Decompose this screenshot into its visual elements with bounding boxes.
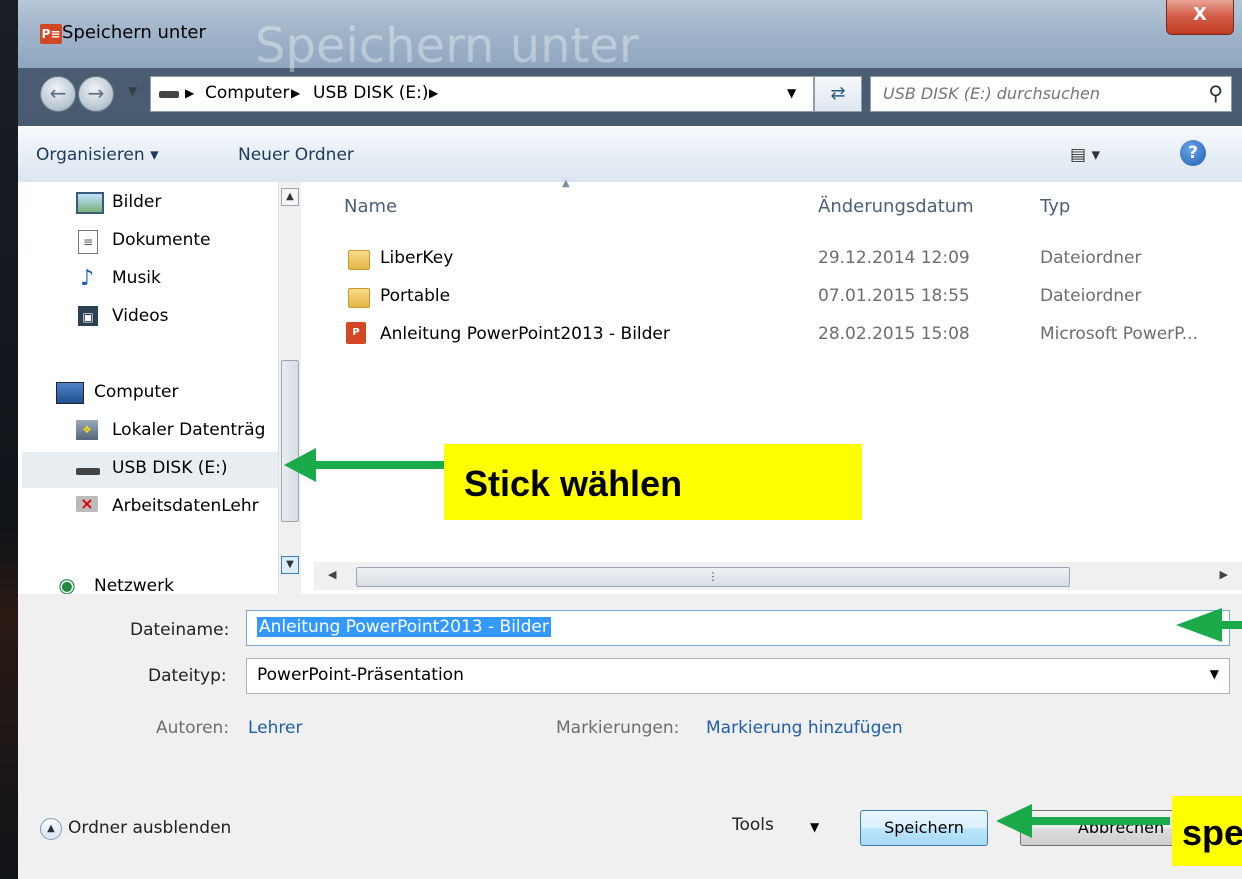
breadcrumb-separator-icon: ▶: [291, 86, 301, 100]
refresh-icon: ⇄: [830, 83, 846, 104]
authors-label: Autoren:: [156, 718, 230, 738]
powerpoint-app-icon: P≡: [40, 24, 62, 44]
annotation-callout-stick: Stick wählen: [444, 444, 862, 520]
back-arrow-icon: ←: [49, 81, 67, 105]
background-taskbar-strip: [0, 0, 18, 879]
window-title: Speichern unter: [62, 22, 206, 43]
tools-menu-button[interactable]: Tools: [732, 815, 774, 835]
sidebar-item-usb-disk[interactable]: USB DISK (E:): [112, 458, 227, 478]
filename-label: Dateiname:: [130, 620, 230, 640]
sidebar-item-network-drive[interactable]: ArbeitsdatenLehr: [112, 496, 259, 516]
chevron-up-icon[interactable]: ▲: [40, 818, 62, 840]
annotation-arrow-save: [1030, 817, 1170, 825]
arrow-left-icon: [284, 448, 316, 482]
filename-input-value[interactable]: Anleitung PowerPoint2013 - Bilder: [257, 617, 551, 637]
folder-icon: [348, 250, 370, 270]
annotation-arrow-stick: [312, 461, 444, 469]
file-date: 28.02.2015 15:08: [818, 324, 970, 344]
sidebar-item-dokumente[interactable]: Dokumente: [112, 230, 211, 250]
recent-pages-dropdown[interactable]: ▼: [128, 84, 137, 98]
chevron-down-icon[interactable]: ▼: [1210, 667, 1219, 681]
drive-icon: [159, 91, 179, 98]
filetype-label: Dateityp:: [148, 666, 227, 686]
sidebar-item-musik[interactable]: Musik: [112, 268, 161, 288]
arrow-left-icon: [996, 804, 1032, 838]
local-disk-icon: ❖: [76, 420, 98, 440]
network-icon: ◉: [58, 573, 76, 597]
annotation-callout-save: speichern: [1172, 796, 1242, 866]
address-bar[interactable]: ▶ Computer ▶ USB DISK (E:) ▶ ▼: [150, 76, 814, 112]
sidebar-item-videos[interactable]: Videos: [112, 306, 169, 326]
back-button[interactable]: ←: [40, 76, 76, 112]
computer-icon: [56, 382, 84, 404]
file-list-scrollbar[interactable]: ◀ ⋮ ▶: [314, 562, 1242, 590]
hide-folders-button[interactable]: Ordner ausblenden: [68, 818, 231, 838]
title-bar-ghost-text: Speichern unter: [255, 18, 639, 74]
sidebar-item-computer[interactable]: Computer: [94, 382, 179, 402]
breadcrumb-separator-icon: ▶: [429, 86, 439, 100]
refresh-button[interactable]: ⇄: [814, 76, 862, 112]
network-drive-icon: ×: [76, 496, 98, 512]
file-name[interactable]: Anleitung PowerPoint2013 - Bilder: [380, 324, 670, 344]
file-type: Microsoft PowerP...: [1040, 324, 1198, 344]
scroll-left-icon[interactable]: ◀: [328, 568, 336, 581]
search-input[interactable]: [881, 83, 1195, 104]
search-box[interactable]: ⚲: [870, 76, 1232, 112]
folder-icon: [348, 288, 370, 308]
picture-icon: [76, 192, 104, 214]
file-date: 07.01.2015 18:55: [818, 286, 970, 306]
forward-button[interactable]: →: [78, 76, 114, 112]
filetype-value: PowerPoint-Präsentation: [257, 665, 464, 685]
help-icon[interactable]: ?: [1180, 140, 1206, 166]
sidebar-item-local-disk[interactable]: Lokaler Datenträg: [112, 420, 265, 440]
tools-dropdown-icon[interactable]: ▼: [810, 820, 819, 834]
view-options-button[interactable]: ▤ ▾: [1070, 145, 1100, 165]
file-type: Dateiordner: [1040, 248, 1142, 268]
sidebar-scrollbar[interactable]: ▲ ▼: [278, 182, 301, 594]
breadcrumb-separator-icon: ▶: [185, 86, 195, 100]
file-type: Dateiordner: [1040, 286, 1142, 306]
video-icon: ▣: [78, 306, 98, 326]
scroll-up-icon[interactable]: ▲: [281, 188, 299, 206]
sidebar-item-netzwerk[interactable]: Netzwerk: [94, 576, 174, 596]
column-header-name[interactable]: Name: [344, 196, 397, 217]
usb-drive-icon: [76, 468, 100, 475]
save-button[interactable]: Speichern: [860, 810, 988, 846]
new-folder-button[interactable]: Neuer Ordner: [238, 145, 354, 165]
column-header-type[interactable]: Typ: [1040, 196, 1070, 217]
filename-field[interactable]: Anleitung PowerPoint2013 - Bilder: [246, 610, 1230, 646]
annotation-arrow-filename: [1220, 621, 1242, 629]
breadcrumb-computer[interactable]: Computer: [205, 83, 290, 103]
close-button[interactable]: X: [1166, 0, 1234, 35]
powerpoint-file-icon: P: [346, 322, 366, 344]
column-header-date[interactable]: Änderungsdatum: [818, 196, 974, 217]
scroll-down-icon[interactable]: ▼: [281, 556, 299, 574]
sidebar-item-bilder[interactable]: Bilder: [112, 192, 161, 212]
file-name[interactable]: Portable: [380, 286, 450, 306]
forward-arrow-icon: →: [87, 81, 105, 105]
file-list-scroll-thumb[interactable]: ⋮: [356, 567, 1070, 587]
file-list-pane: [314, 182, 1242, 594]
filetype-select[interactable]: PowerPoint-Präsentation ▼: [246, 658, 1230, 694]
address-dropdown-icon[interactable]: ▼: [787, 86, 796, 100]
file-name[interactable]: LiberKey: [380, 248, 453, 268]
sidebar-scroll-thumb[interactable]: [281, 360, 299, 522]
music-icon: ♪: [79, 266, 95, 291]
document-icon: ≡: [78, 230, 98, 254]
tags-label: Markierungen:: [556, 718, 680, 738]
arrow-left-icon: [1176, 608, 1222, 642]
sort-ascending-icon: ▲: [562, 178, 570, 189]
command-toolbar: Organisieren ▾ Neuer Ordner ▤ ▾: [18, 126, 1242, 184]
organize-menu-button[interactable]: Organisieren ▾: [36, 145, 159, 165]
search-icon[interactable]: ⚲: [1208, 81, 1223, 105]
authors-value[interactable]: Lehrer: [248, 718, 302, 738]
tags-value[interactable]: Markierung hinzufügen: [706, 718, 903, 738]
breadcrumb-usb-disk[interactable]: USB DISK (E:): [313, 83, 428, 103]
file-date: 29.12.2014 12:09: [818, 248, 970, 268]
scroll-right-icon[interactable]: ▶: [1220, 568, 1228, 581]
